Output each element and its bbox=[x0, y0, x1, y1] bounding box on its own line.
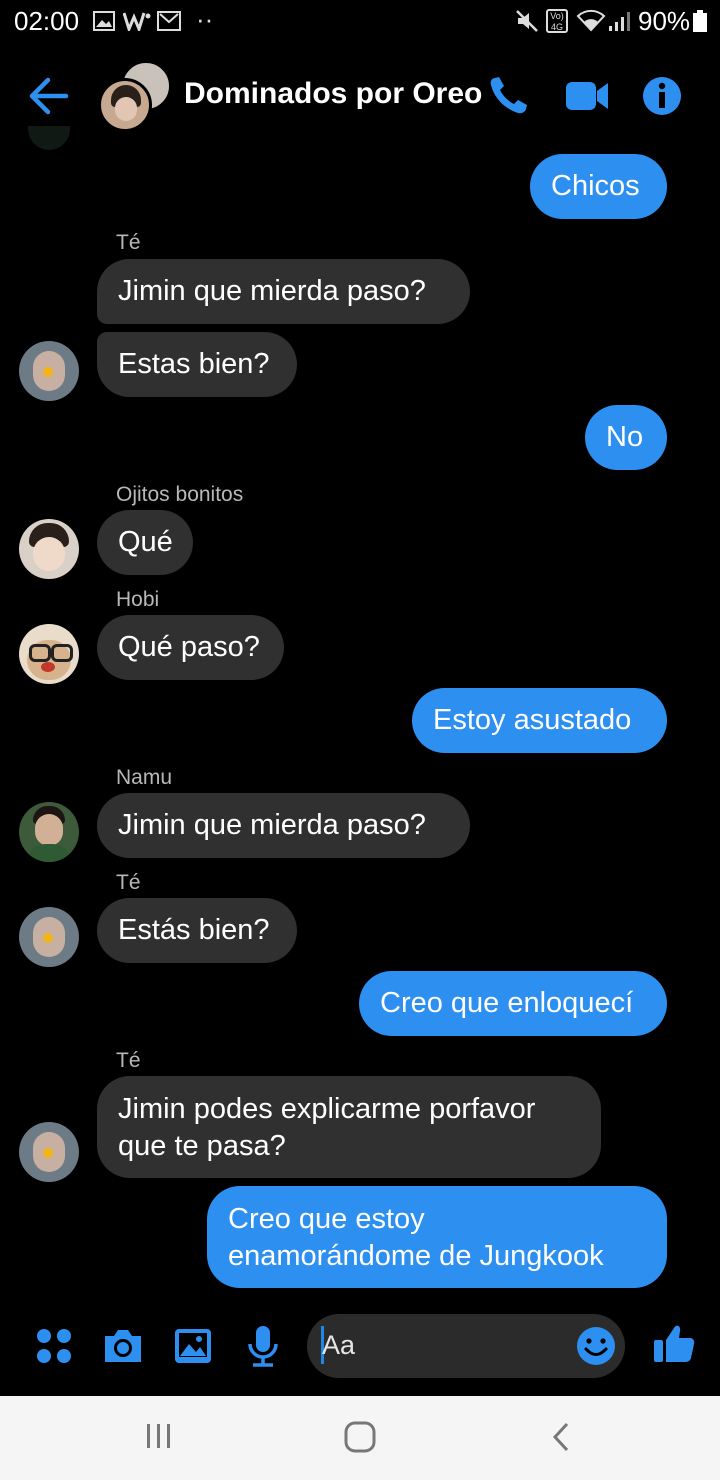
system-navigation-bar bbox=[0, 1396, 720, 1480]
outgoing-message[interactable]: Chicos bbox=[530, 154, 667, 219]
thumbs-up-icon[interactable] bbox=[652, 1322, 696, 1366]
group-avatar[interactable] bbox=[98, 60, 172, 132]
signal-icon bbox=[609, 12, 630, 31]
microphone-icon[interactable] bbox=[241, 1324, 285, 1368]
message-input-placeholder: Aa bbox=[322, 1330, 356, 1360]
incoming-message[interactable]: Jimin que mierda paso? bbox=[97, 259, 470, 324]
back-arrow-icon[interactable] bbox=[28, 76, 70, 116]
outgoing-message[interactable]: Creo que estoy enamorándome de Jungkook bbox=[207, 1186, 667, 1288]
partial-avatar bbox=[28, 126, 70, 150]
sender-name: Té bbox=[116, 871, 141, 894]
camera-icon[interactable] bbox=[101, 1324, 145, 1368]
volte-icon: Vo) 4G bbox=[546, 9, 568, 33]
wifi-icon bbox=[576, 9, 606, 32]
incoming-message[interactable]: Qué bbox=[97, 510, 193, 575]
mail-notification-icon bbox=[157, 11, 181, 31]
more-notifications-indicator: ·· bbox=[196, 4, 214, 34]
sender-name: Namu bbox=[116, 766, 173, 789]
sender-name: Té bbox=[116, 231, 141, 254]
message-line: Jimin podes explicarme porfavor bbox=[118, 1093, 536, 1125]
emoji-icon[interactable] bbox=[574, 1324, 618, 1368]
video-camera-icon[interactable] bbox=[564, 74, 610, 118]
sender-avatar[interactable] bbox=[19, 1122, 79, 1182]
sender-name: Hobi bbox=[116, 588, 160, 611]
outgoing-message[interactable]: No bbox=[585, 405, 667, 470]
incoming-message[interactable]: Jimin que mierda paso? bbox=[97, 793, 470, 858]
info-icon[interactable] bbox=[640, 74, 686, 118]
sender-avatar[interactable] bbox=[19, 907, 79, 967]
incoming-message[interactable]: Estás bien? bbox=[97, 898, 297, 963]
phone-icon[interactable] bbox=[486, 74, 532, 118]
message-line: enamorándome de Jungkook bbox=[228, 1240, 604, 1272]
sender-name: Ojitos bonitos bbox=[116, 483, 244, 506]
home-icon[interactable] bbox=[344, 1421, 376, 1453]
sender-name: Té bbox=[116, 1049, 141, 1072]
outgoing-message[interactable]: Creo que enloquecí bbox=[359, 971, 667, 1036]
message-line: Creo que estoy bbox=[228, 1203, 425, 1235]
mute-icon bbox=[516, 10, 538, 32]
sender-avatar[interactable] bbox=[19, 519, 79, 579]
sender-avatar[interactable] bbox=[19, 341, 79, 401]
status-time: 02:00 bbox=[14, 6, 80, 36]
sender-avatar[interactable] bbox=[19, 802, 79, 862]
battery-icon bbox=[693, 10, 707, 32]
apps-icon[interactable] bbox=[32, 1324, 76, 1368]
chat-title[interactable]: Dominados por Oreo bbox=[184, 77, 482, 111]
message-line: que te pasa? bbox=[118, 1130, 286, 1162]
incoming-message[interactable]: Estas bien? bbox=[97, 332, 297, 397]
incoming-message[interactable]: Jimin podes explicarme porfavor que te p… bbox=[97, 1076, 601, 1178]
sender-avatar[interactable] bbox=[19, 624, 79, 684]
gallery-notification-icon bbox=[93, 11, 115, 31]
gallery-icon[interactable] bbox=[171, 1324, 215, 1368]
w-notification-icon bbox=[123, 12, 151, 31]
status-bar: 02:00 ·· Vo) 4G 90% bbox=[0, 0, 720, 44]
incoming-message[interactable]: Qué paso? bbox=[97, 615, 284, 680]
outgoing-message[interactable]: Estoy asustado bbox=[412, 688, 667, 753]
back-icon[interactable] bbox=[550, 1422, 572, 1452]
recent-apps-icon[interactable] bbox=[144, 1422, 174, 1450]
battery-percentage: 90% bbox=[638, 6, 691, 36]
